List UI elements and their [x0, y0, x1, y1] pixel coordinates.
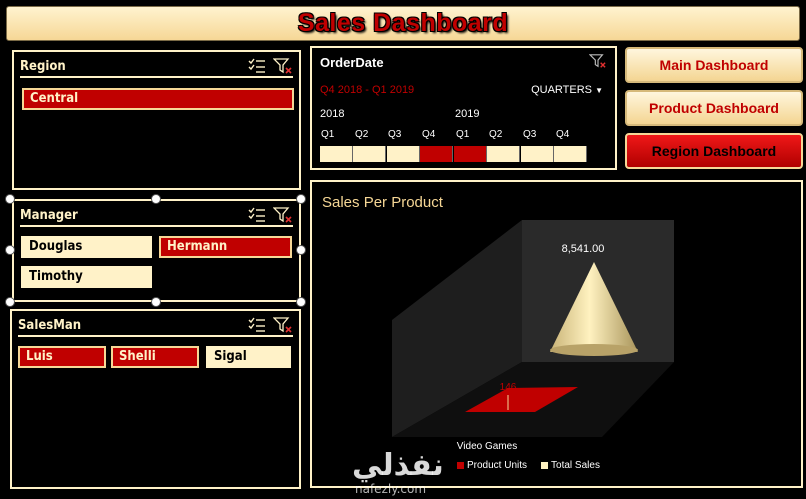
timeline-period-cell[interactable]: [353, 146, 386, 162]
sales-per-product-chart[interactable]: Sales Per Product 146 8,541.00 Video Gam…: [310, 180, 803, 488]
timeline-period-cell[interactable]: [454, 146, 487, 162]
clear-filter-icon[interactable]: [589, 53, 607, 69]
resize-handle[interactable]: [296, 245, 306, 255]
timeline-quarter-label: Q4: [556, 129, 570, 140]
bar-total-sales-base: [550, 344, 638, 356]
timeline-period-cell[interactable]: [487, 146, 520, 162]
salesman-item-sigal[interactable]: Sigal: [206, 346, 291, 368]
resize-handle[interactable]: [296, 194, 306, 204]
product-dashboard-label: Product Dashboard: [649, 100, 779, 116]
resize-handle[interactable]: [296, 297, 306, 307]
legend-label: Total Sales: [551, 460, 600, 471]
resize-handle[interactable]: [5, 245, 15, 255]
legend-swatch: [541, 462, 549, 469]
timeline-quarter-label: Q1: [321, 129, 335, 140]
salesman-item-shelli[interactable]: Shelli: [111, 346, 199, 368]
watermark-url: nafezly.com: [355, 482, 427, 496]
timeline-period-cell[interactable]: [387, 146, 420, 162]
timeline-range-label: Q4 2018 - Q1 2019: [320, 84, 415, 96]
product-dashboard-button[interactable]: Product Dashboard: [625, 90, 803, 126]
timeline-year: 2018: [320, 108, 345, 120]
manager-slicer[interactable]: Manager Douglas Hermann Timothy: [12, 199, 301, 302]
chart-plot-area: 146 8,541.00 Video Games: [392, 220, 674, 452]
timeline-title: OrderDate: [320, 55, 384, 70]
region-item-central[interactable]: Central: [22, 88, 294, 110]
region-dashboard-button[interactable]: Region Dashboard: [625, 133, 803, 169]
dashboard-title: Sales Dashboard: [297, 9, 509, 37]
timeline-period-cell[interactable]: [320, 146, 353, 162]
region-slicer[interactable]: Region Central: [12, 50, 301, 190]
manager-item-timothy[interactable]: Timothy: [21, 266, 152, 288]
timeline-year: 2019: [455, 108, 480, 120]
orderdate-timeline[interactable]: OrderDate Q4 2018 - Q1 2019 QUARTERS ▼ 2…: [310, 46, 617, 170]
chevron-down-icon: ▼: [595, 86, 603, 95]
clear-filter-icon[interactable]: [273, 206, 293, 224]
timeline-period-cell[interactable]: [521, 146, 554, 162]
salesman-item-luis[interactable]: Luis: [18, 346, 106, 368]
watermark-logo: نفذلي: [352, 448, 444, 483]
region-dashboard-label: Region Dashboard: [651, 143, 777, 159]
manager-slicer-title: Manager: [20, 207, 78, 223]
dashboard-title-bar: Sales Dashboard: [6, 6, 800, 41]
resize-handle[interactable]: [151, 194, 161, 204]
slicer-header: Region: [20, 56, 293, 78]
chart-legend: Product Units Total Sales: [457, 460, 600, 471]
main-dashboard-button[interactable]: Main Dashboard: [625, 47, 803, 83]
data-label-product-units: 146: [500, 382, 517, 393]
region-slicer-title: Region: [20, 58, 66, 74]
timeline-level-dropdown[interactable]: QUARTERS ▼: [531, 84, 603, 96]
timeline-quarter-label: Q1: [456, 129, 470, 140]
timeline-quarter-label: Q2: [355, 129, 369, 140]
salesman-slicer[interactable]: SalesMan Luis Shelli Sigal: [10, 309, 301, 489]
manager-item-hermann[interactable]: Hermann: [159, 236, 292, 258]
legend-item-product-units: Product Units: [457, 460, 527, 471]
timeline-quarter-label: Q4: [422, 129, 436, 140]
clear-filter-icon[interactable]: [273, 316, 293, 334]
resize-handle[interactable]: [151, 297, 161, 307]
category-label: Video Games: [457, 441, 517, 452]
timeline-period-cell[interactable]: [554, 146, 587, 162]
timeline-quarter-label: Q2: [489, 129, 503, 140]
resize-handle[interactable]: [5, 194, 15, 204]
slicer-header: Manager: [20, 205, 293, 227]
clear-filter-icon[interactable]: [273, 57, 293, 75]
main-dashboard-label: Main Dashboard: [659, 57, 769, 73]
timeline-level-label: QUARTERS: [531, 84, 593, 96]
multi-select-icon[interactable]: [247, 206, 267, 224]
timeline-quarter-label: Q3: [388, 129, 402, 140]
legend-swatch: [457, 462, 464, 469]
data-label-total-sales: 8,541.00: [562, 243, 605, 255]
timeline-quarter-label: Q3: [523, 129, 537, 140]
multi-select-icon[interactable]: [247, 316, 267, 334]
salesman-slicer-title: SalesMan: [18, 317, 82, 333]
resize-handle[interactable]: [5, 297, 15, 307]
slicer-header: SalesMan: [18, 315, 293, 337]
legend-item-total-sales: Total Sales: [541, 460, 600, 471]
timeline-period-cell[interactable]: [420, 146, 453, 162]
multi-select-icon[interactable]: [247, 57, 267, 75]
manager-item-douglas[interactable]: Douglas: [21, 236, 152, 258]
legend-label: Product Units: [467, 460, 528, 471]
